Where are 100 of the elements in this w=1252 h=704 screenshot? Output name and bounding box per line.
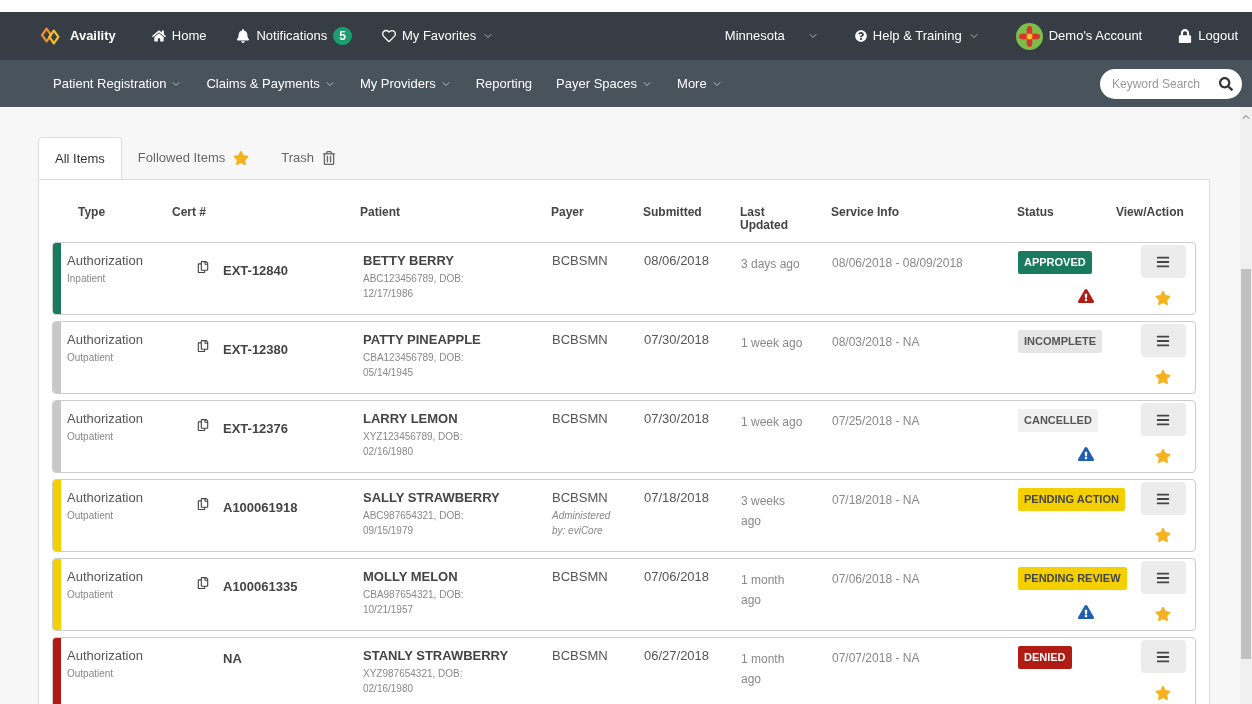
type-text: Authorization: [67, 489, 144, 507]
copy-icon[interactable]: [197, 340, 209, 352]
submitted-date: 06/27/2018: [644, 647, 711, 665]
cert-number: A100061335: [223, 579, 298, 594]
tab[interactable]: Followed Items: [121, 137, 266, 179]
help-icon: [854, 30, 867, 42]
status-badge: INCOMPLETE: [1018, 330, 1103, 353]
logo-text: Availity: [70, 27, 116, 46]
setting-text: Inpatient: [67, 271, 107, 286]
actions-menu-button[interactable]: [1140, 561, 1186, 594]
service-info-text: 08/06/2018 - 08/09/2018: [832, 255, 964, 272]
nav-link[interactable]: Demo's Account: [1015, 22, 1143, 50]
menu-link[interactable]: More: [677, 73, 723, 94]
service-info-text: 08/03/2018 - NA: [832, 334, 921, 351]
menu-icon: [1156, 649, 1170, 664]
heart-icon: [381, 29, 396, 43]
nav-link[interactable]: Help & Training: [854, 26, 980, 46]
last-updated-text: 1 month ago: [741, 572, 786, 609]
patient-details: CBA123456789, DOB: 05/14/1945: [363, 350, 465, 380]
follow-star-icon[interactable]: [1155, 290, 1171, 306]
submitted-date: 08/06/2018: [644, 252, 711, 270]
follow-star-icon[interactable]: [1155, 606, 1171, 622]
patient-details: ABC123456789, DOB: 12/17/1986: [363, 271, 465, 301]
status-badge: APPROVED: [1018, 251, 1092, 274]
setting-text: Outpatient: [67, 429, 115, 444]
follow-star-icon[interactable]: [1155, 685, 1171, 701]
flower-avatar-icon: [1015, 22, 1043, 50]
patient-name: SALLY STRAWBERRY: [363, 489, 501, 507]
menu-link[interactable]: Payer Spaces: [556, 73, 654, 94]
actions-menu-button[interactable]: [1140, 403, 1186, 436]
trash-icon: [322, 151, 336, 165]
nav-link[interactable]: Logout: [1178, 26, 1238, 46]
tab[interactable]: All Items: [38, 137, 122, 179]
status-badge: CANCELLED: [1018, 409, 1098, 432]
submitted-date: 07/30/2018: [644, 410, 711, 428]
menu-icon: [1156, 570, 1170, 585]
menu-link[interactable]: My Providers: [359, 73, 452, 94]
follow-star-icon[interactable]: [1155, 369, 1171, 385]
lock-icon: [1178, 29, 1193, 43]
patient-details: ABC987654321, DOB: 09/15/1979: [363, 508, 465, 538]
payer-text: BCBSMN: [552, 647, 609, 665]
column-header: Last Updated: [740, 206, 788, 232]
type-text: Authorization: [67, 410, 144, 428]
menu-link[interactable]: Patient Registration: [53, 73, 183, 94]
column-header: Cert #: [172, 206, 206, 219]
type-text: Authorization: [67, 331, 144, 349]
menu-icon: [1156, 333, 1170, 348]
menu-link[interactable]: Claims & Payments: [206, 73, 336, 94]
type-text: Authorization: [67, 647, 144, 665]
cert-number: EXT-12376: [223, 421, 289, 436]
type-text: Authorization: [67, 568, 144, 586]
last-updated-text: 1 week ago: [741, 335, 803, 352]
submitted-date: 07/06/2018: [644, 568, 711, 586]
keyword-search-field[interactable]: Keyword Search: [1100, 68, 1242, 99]
service-info-text: 07/07/2018 - NA: [832, 650, 921, 667]
setting-text: Outpatient: [67, 508, 115, 523]
service-info-text: 07/18/2018 - NA: [832, 492, 921, 509]
submitted-date: 07/30/2018: [644, 331, 711, 349]
menu-icon: [1156, 491, 1170, 506]
copy-icon[interactable]: [197, 261, 209, 273]
bell-icon: [236, 29, 251, 43]
follow-star-icon[interactable]: [1155, 448, 1171, 464]
patient-name: STANLY STRAWBERRY: [363, 647, 510, 665]
payer-text: BCBSMN: [552, 331, 609, 349]
patient-details: XYZ123456789, DOB: 02/16/1980: [363, 429, 464, 459]
menu-link[interactable]: Reporting: [475, 73, 533, 94]
actions-menu-button[interactable]: [1140, 640, 1186, 673]
actions-menu-button[interactable]: [1140, 245, 1186, 278]
search-icon: [1219, 76, 1233, 91]
actions-menu-button[interactable]: [1140, 324, 1186, 357]
actions-menu-button[interactable]: [1140, 482, 1186, 515]
star-icon: [233, 150, 250, 166]
patient-name: BETTY BERRY: [363, 252, 455, 270]
follow-star-icon[interactable]: [1155, 527, 1171, 543]
patient-details: CBA987654321, DOB: 10/21/1957: [363, 587, 465, 617]
nav-link[interactable]: Minnesota: [724, 26, 819, 46]
column-header: Status: [1017, 206, 1054, 219]
column-header: View/Action: [1116, 206, 1184, 219]
status-badge: DENIED: [1018, 646, 1072, 669]
home-icon: [151, 29, 166, 43]
nav-link[interactable]: Notifications 5: [236, 26, 352, 46]
column-header: Patient: [360, 206, 400, 219]
last-updated-text: 1 month ago: [741, 651, 786, 688]
last-updated-text: 3 days ago: [741, 256, 801, 273]
patient-name: MOLLY MELON: [363, 568, 459, 586]
status-badge: PENDING ACTION: [1018, 488, 1125, 511]
copy-icon[interactable]: [197, 419, 209, 431]
column-header: Payer: [551, 206, 584, 219]
scrollbar-thumb[interactable]: [1241, 269, 1251, 659]
cert-number: EXT-12840: [223, 263, 289, 278]
service-info-text: 07/06/2018 - NA: [832, 571, 921, 588]
tab[interactable]: Trash: [265, 137, 352, 179]
type-text: Authorization: [67, 252, 144, 270]
nav-link[interactable]: Home: [151, 26, 207, 46]
notification-count: 5: [333, 27, 352, 45]
cert-number: A100061918: [223, 500, 298, 515]
last-updated-text: 3 weeks ago: [741, 493, 787, 530]
copy-icon[interactable]: [197, 498, 209, 510]
nav-link[interactable]: My Favorites: [381, 26, 495, 46]
copy-icon[interactable]: [197, 577, 209, 589]
